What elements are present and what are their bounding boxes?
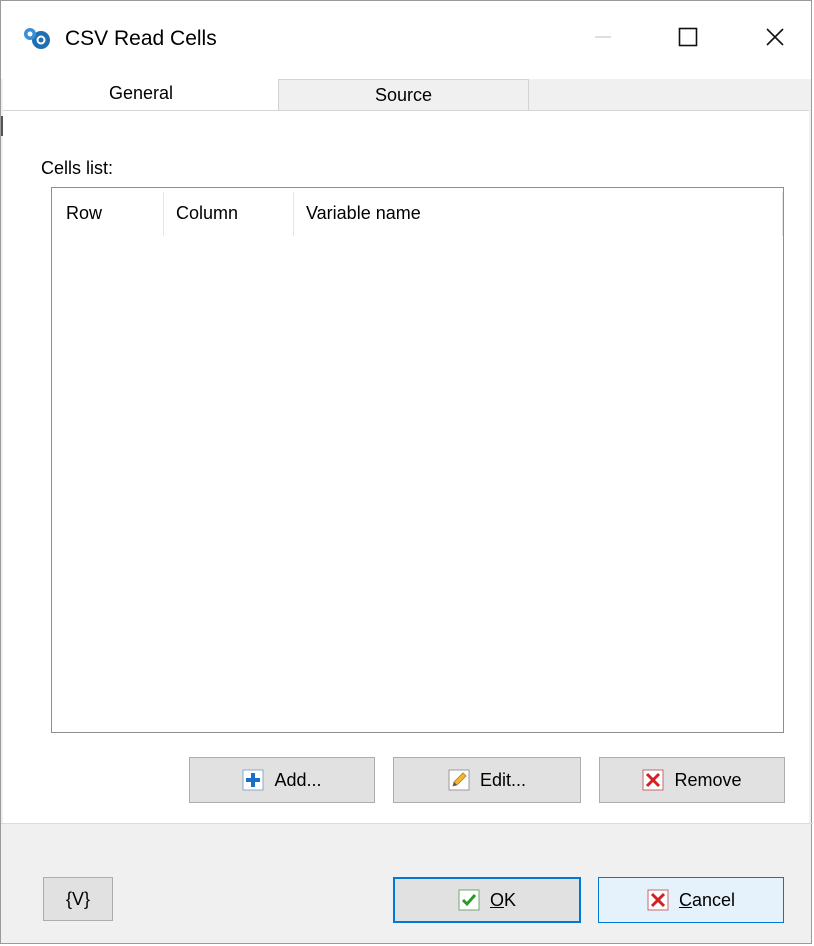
tab-general-label: General bbox=[108, 82, 174, 103]
ok-label-rest: K bbox=[504, 889, 517, 910]
ok-button[interactable]: OK bbox=[393, 877, 581, 923]
dialog-window: CSV Read Cells General Source Cells list… bbox=[0, 0, 813, 944]
tab-general[interactable]: General bbox=[3, 75, 279, 111]
minimize-button[interactable] bbox=[581, 17, 625, 57]
ok-accelerator: O bbox=[489, 889, 504, 910]
checkmark-icon bbox=[458, 889, 480, 911]
window-title: CSV Read Cells bbox=[65, 27, 217, 50]
edit-button[interactable]: Edit... bbox=[393, 757, 581, 803]
remove-x-icon bbox=[642, 769, 664, 791]
cancel-button[interactable]: Cancel bbox=[598, 877, 784, 923]
add-button-label: Add... bbox=[274, 769, 322, 790]
column-header-row[interactable]: Row bbox=[66, 203, 102, 224]
column-divider[interactable] bbox=[782, 192, 783, 236]
plus-icon bbox=[242, 769, 264, 791]
footer-divider bbox=[1, 823, 813, 824]
app-icon bbox=[23, 27, 51, 49]
minimize-icon bbox=[595, 36, 611, 38]
column-divider[interactable] bbox=[293, 192, 294, 236]
variables-button-label: {V} bbox=[65, 888, 91, 909]
maximize-button[interactable] bbox=[666, 17, 710, 57]
cancel-x-icon bbox=[647, 889, 669, 911]
tab-source[interactable]: Source bbox=[278, 79, 529, 111]
remove-button[interactable]: Remove bbox=[599, 757, 785, 803]
close-button[interactable] bbox=[753, 17, 797, 57]
cells-list-header: Row Column Variable name bbox=[52, 188, 783, 238]
column-header-variable-name[interactable]: Variable name bbox=[306, 203, 421, 224]
tab-source-label: Source bbox=[374, 85, 433, 105]
cancel-button-label: Cancel bbox=[679, 890, 735, 911]
cancel-label-rest: ancel bbox=[691, 889, 736, 910]
title-bar: CSV Read Cells bbox=[1, 1, 811, 79]
pencil-icon bbox=[448, 769, 470, 791]
column-divider[interactable] bbox=[163, 192, 164, 236]
tab-strip: General Source bbox=[1, 75, 811, 111]
add-button[interactable]: Add... bbox=[189, 757, 375, 803]
general-tab-panel: Cells list: Row Column Variable name Add… bbox=[3, 110, 809, 823]
maximize-icon bbox=[678, 27, 698, 47]
column-header-column[interactable]: Column bbox=[176, 203, 238, 224]
variables-button[interactable]: {V} bbox=[43, 877, 113, 921]
edit-button-label: Edit... bbox=[479, 769, 527, 790]
ok-button-label: OK bbox=[490, 890, 516, 911]
cancel-accelerator: C bbox=[678, 889, 692, 910]
cells-list-label: Cells list: bbox=[41, 158, 114, 178]
close-icon bbox=[766, 28, 784, 46]
remove-button-label: Remove bbox=[674, 769, 742, 790]
cells-list[interactable]: Row Column Variable name bbox=[51, 187, 784, 733]
